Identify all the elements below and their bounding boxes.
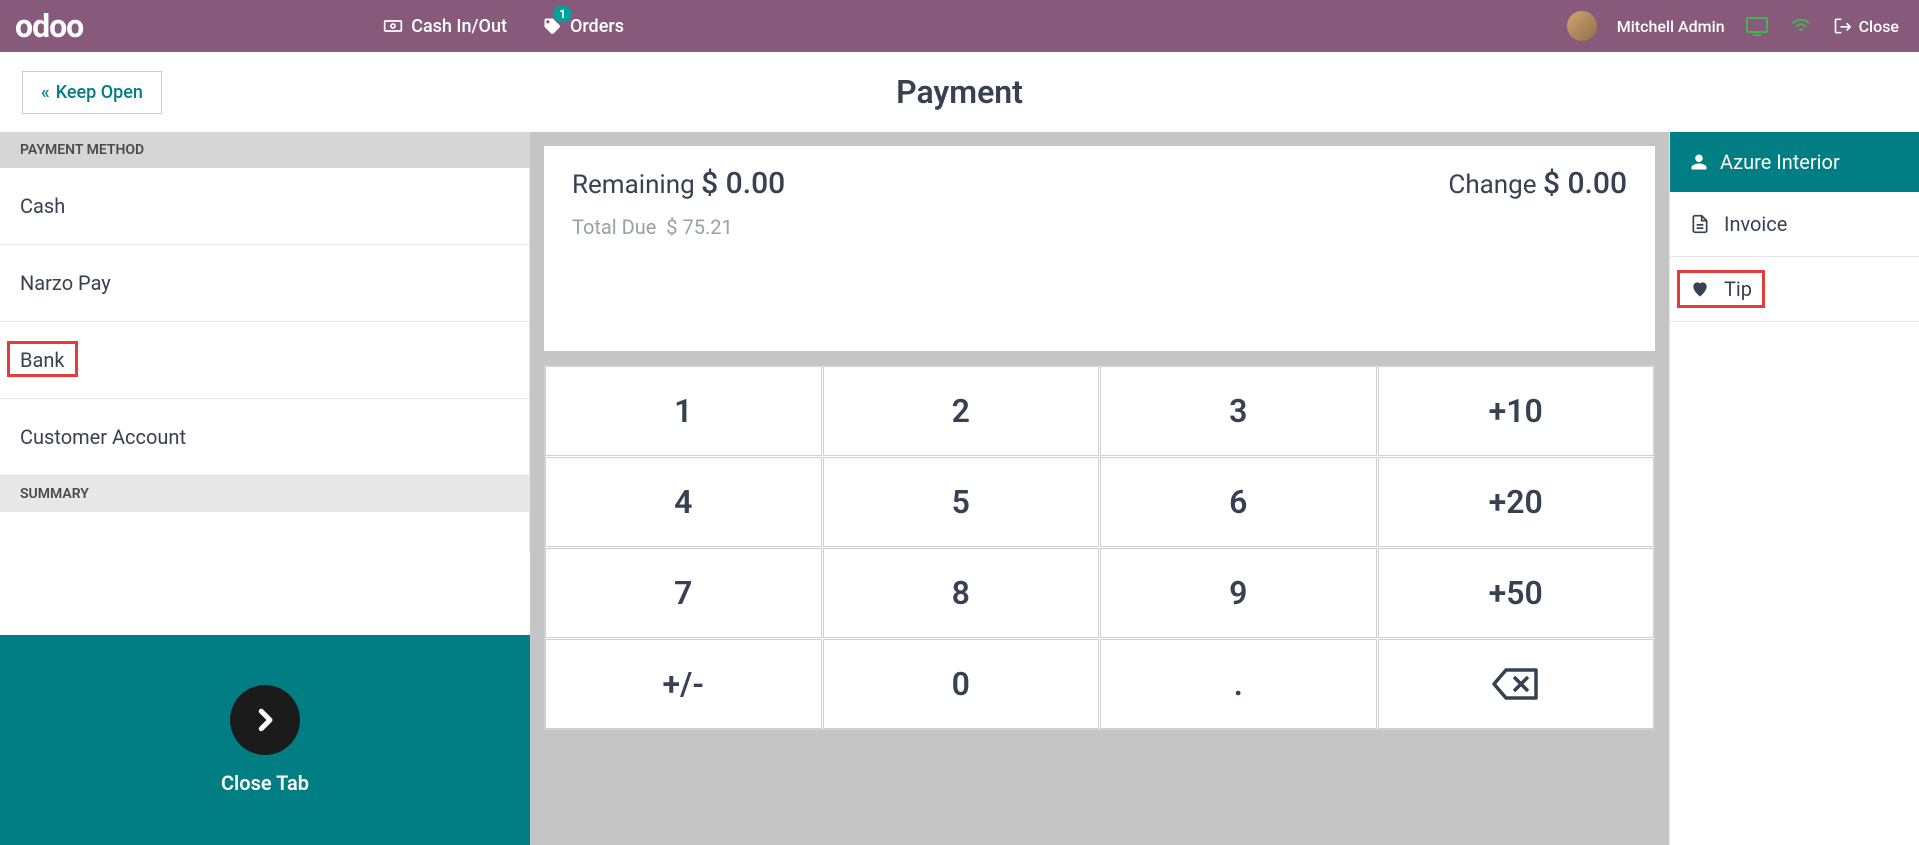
signout-icon xyxy=(1833,16,1853,36)
remaining: Remaining $ 0.00 xyxy=(572,166,785,201)
num-1[interactable]: 1 xyxy=(545,366,822,456)
toolbar: « Keep Open Payment xyxy=(0,52,1919,132)
cash-in-out-button[interactable]: Cash In/Out xyxy=(383,16,507,37)
method-label: Bank xyxy=(20,348,65,372)
tip-label: Tip xyxy=(1724,277,1752,301)
summary-header: SUMMARY xyxy=(0,476,530,512)
num-6[interactable]: 6 xyxy=(1100,457,1377,547)
num-dot[interactable]: . xyxy=(1100,639,1377,729)
num-plus-50[interactable]: +50 xyxy=(1378,548,1655,638)
user-name[interactable]: Mitchell Admin xyxy=(1617,17,1725,36)
validate-button[interactable]: Close Tab xyxy=(0,635,530,845)
customer-name: Azure Interior xyxy=(1720,150,1840,174)
num-plus-20[interactable]: +20 xyxy=(1378,457,1655,547)
total-due-value: $ 75.21 xyxy=(666,215,732,239)
keep-open-button[interactable]: « Keep Open xyxy=(22,71,162,114)
close-button[interactable]: Close xyxy=(1833,16,1899,36)
orders-button[interactable]: 1 Orders xyxy=(542,16,624,37)
tip-button[interactable]: Tip xyxy=(1670,257,1919,322)
keep-open-label: Keep Open xyxy=(56,82,143,103)
left-panel: PAYMENT METHOD Cash Narzo Pay Bank Custo… xyxy=(0,132,530,845)
remaining-value: $ 0.00 xyxy=(701,166,785,201)
chevron-right-icon xyxy=(230,685,300,755)
heart-icon xyxy=(1690,279,1710,299)
method-narzo-pay[interactable]: Narzo Pay xyxy=(0,245,529,322)
method-label: Customer Account xyxy=(20,425,186,449)
num-5[interactable]: 5 xyxy=(823,457,1100,547)
num-4[interactable]: 4 xyxy=(545,457,822,547)
main: PAYMENT METHOD Cash Narzo Pay Bank Custo… xyxy=(0,132,1919,845)
wifi-icon[interactable] xyxy=(1789,16,1813,36)
customer-button[interactable]: Azure Interior xyxy=(1670,132,1919,192)
num-3[interactable]: 3 xyxy=(1100,366,1377,456)
center-panel: Remaining $ 0.00 Change $ 0.00 Total Due… xyxy=(530,132,1669,845)
num-plus-10[interactable]: +10 xyxy=(1378,366,1655,456)
user-icon xyxy=(1690,152,1708,172)
page-title: Payment xyxy=(896,73,1023,111)
num-0[interactable]: 0 xyxy=(823,639,1100,729)
method-customer-account[interactable]: Customer Account xyxy=(0,399,529,476)
header-right: Mitchell Admin Close xyxy=(1567,11,1899,41)
payment-method-header: PAYMENT METHOD xyxy=(0,132,530,168)
screen-icon[interactable] xyxy=(1745,16,1769,36)
summary-body xyxy=(0,512,530,552)
total-due: Total Due $ 75.21 xyxy=(572,215,1627,239)
num-8[interactable]: 8 xyxy=(823,548,1100,638)
numpad: 1 2 3 +10 4 5 6 +20 7 8 9 +50 +/- 0 . xyxy=(544,365,1655,730)
validate-label: Close Tab xyxy=(221,771,309,795)
change-value: $ 0.00 xyxy=(1543,166,1627,201)
invoice-label: Invoice xyxy=(1724,212,1787,236)
method-label: Narzo Pay xyxy=(20,271,111,295)
chevron-left-icon: « xyxy=(41,82,50,103)
close-label: Close xyxy=(1859,17,1899,36)
top-header: odoo Cash In/Out 1 Orders Mitchell Admin… xyxy=(0,0,1919,52)
logo: odoo xyxy=(15,7,83,45)
right-panel: Azure Interior Invoice Tip xyxy=(1669,132,1919,845)
method-list: Cash Narzo Pay Bank Customer Account xyxy=(0,168,530,476)
cash-icon xyxy=(383,16,403,36)
num-9[interactable]: 9 xyxy=(1100,548,1377,638)
invoice-button[interactable]: Invoice xyxy=(1670,192,1919,257)
avatar[interactable] xyxy=(1567,11,1597,41)
num-2[interactable]: 2 xyxy=(823,366,1100,456)
status-box: Remaining $ 0.00 Change $ 0.00 Total Due… xyxy=(544,146,1655,351)
document-icon xyxy=(1690,213,1710,235)
method-cash[interactable]: Cash xyxy=(0,168,529,245)
num-backspace[interactable] xyxy=(1378,639,1655,729)
num-sign[interactable]: +/- xyxy=(545,639,822,729)
num-7[interactable]: 7 xyxy=(545,548,822,638)
orders-label: Orders xyxy=(570,16,624,37)
backspace-icon xyxy=(1492,666,1540,702)
method-label: Cash xyxy=(20,194,65,218)
orders-badge: 1 xyxy=(553,6,572,22)
method-bank[interactable]: Bank xyxy=(0,322,529,399)
tag-icon: 1 xyxy=(542,16,562,36)
cash-label: Cash In/Out xyxy=(411,16,507,37)
change: Change $ 0.00 xyxy=(1448,166,1627,201)
